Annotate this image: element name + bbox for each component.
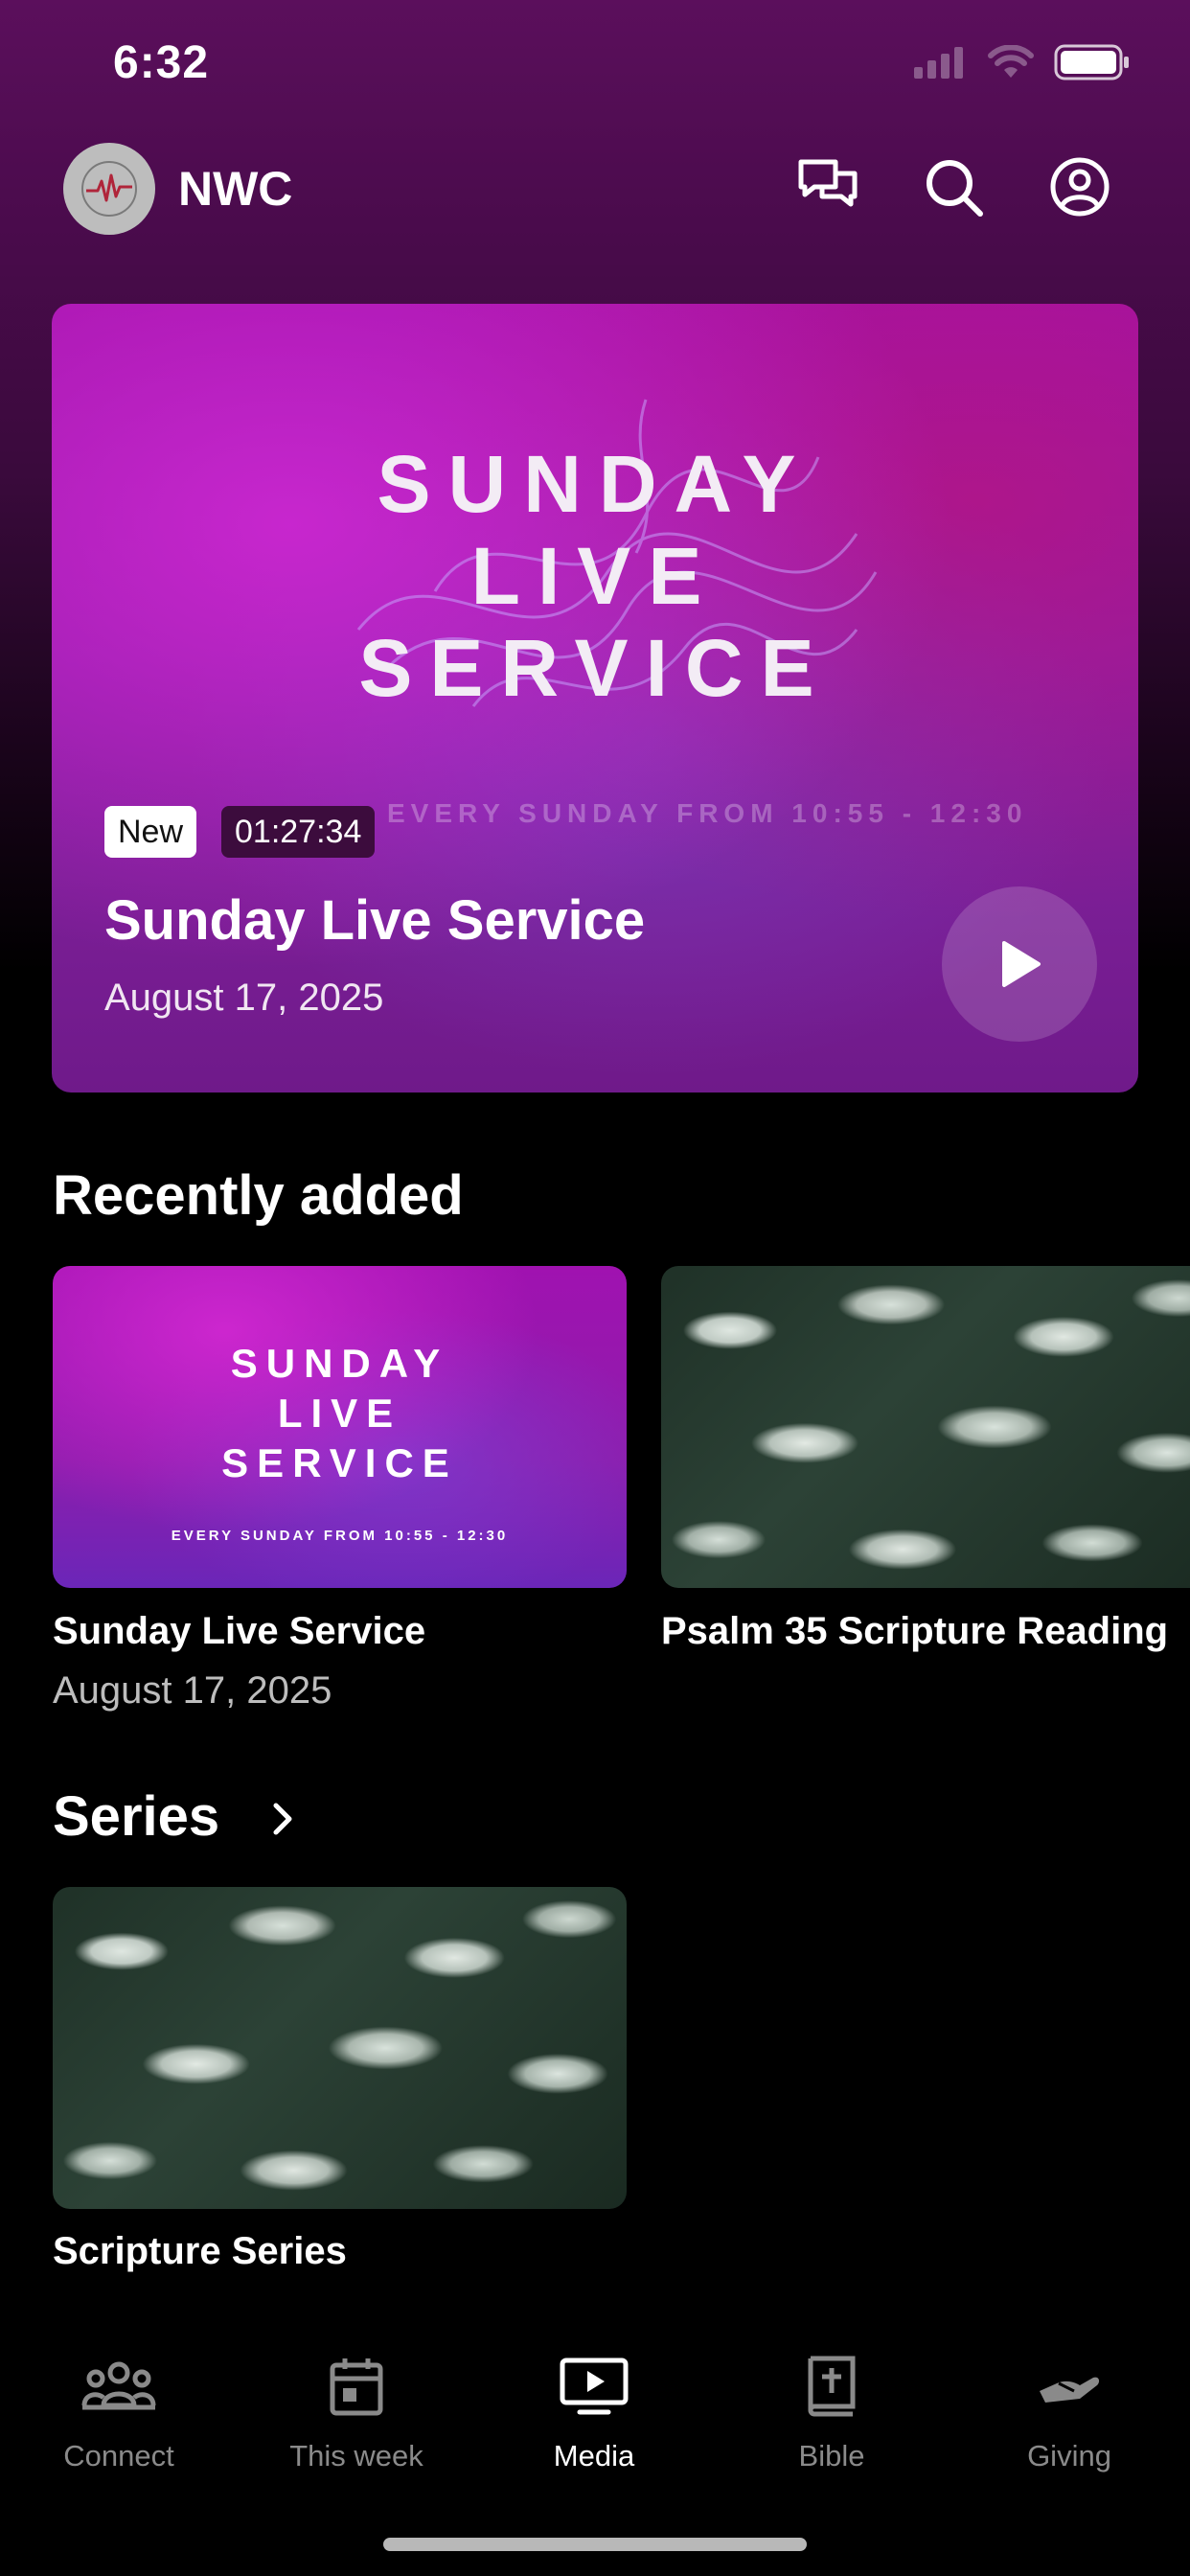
tab-label: Connect <box>63 2439 174 2472</box>
tab-label: Media <box>553 2439 635 2472</box>
recently-added-heading: Recently added <box>53 1164 464 1227</box>
search-button[interactable] <box>920 153 987 220</box>
tab-label: This week <box>289 2439 423 2472</box>
hero-art-line-1: SUNDAY <box>377 439 813 529</box>
chat-icon <box>798 159 858 207</box>
logo-mark-icon <box>81 161 137 217</box>
user-circle-icon <box>1050 157 1110 217</box>
tab-label: Giving <box>1027 2439 1111 2472</box>
tab-giving[interactable]: Giving <box>973 2353 1165 2473</box>
thumb-art-title: SUNDAY LIVE SERVICE <box>53 1339 627 1488</box>
recent-item-title[interactable]: Psalm 35 Scripture Reading <box>661 1610 1168 1653</box>
tab-connect[interactable]: Connect <box>23 2353 215 2473</box>
profile-button[interactable] <box>1046 153 1113 220</box>
people-icon <box>81 2361 156 2410</box>
calendar-icon <box>330 2358 383 2416</box>
battery-icon <box>1054 44 1129 80</box>
series-item-title[interactable]: Scripture Series <box>53 2230 347 2273</box>
tab-bible[interactable]: Bible <box>736 2353 927 2473</box>
hand-icon <box>1040 2377 1100 2403</box>
hero-date: August 17, 2025 <box>104 977 384 1019</box>
tab-media[interactable]: Media <box>498 2353 690 2473</box>
duration-badge: 01:27:34 <box>221 806 376 858</box>
brand-name: NWC <box>178 162 293 216</box>
church-logo[interactable] <box>63 143 155 235</box>
play-icon <box>1002 941 1041 987</box>
bible-icon <box>808 2356 856 2417</box>
home-indicator <box>383 2538 807 2551</box>
hero-art-line-2: LIVE <box>470 531 720 621</box>
hero-art-line-3: SERVICE <box>358 623 832 713</box>
series-item-thumbnail[interactable] <box>53 1887 627 2209</box>
series-chevron-button[interactable] <box>268 1800 297 1843</box>
chat-button[interactable] <box>794 153 861 220</box>
thumb-art-line-3: SERVICE <box>221 1440 458 1485</box>
hero-art-subtitle: EVERY SUNDAY FROM 10:55 - 12:30 <box>387 798 1028 828</box>
recent-item-thumbnail[interactable]: SUNDAY LIVE SERVICE EVERY SUNDAY FROM 10… <box>53 1266 627 1588</box>
hero-title: Sunday Live Service <box>104 889 646 952</box>
tab-this-week[interactable]: This week <box>261 2353 452 2473</box>
status-time: 6:32 <box>113 37 210 88</box>
play-button[interactable] <box>942 886 1097 1042</box>
series-heading[interactable]: Series <box>53 1784 219 1849</box>
featured-media-card[interactable]: SUNDAY LIVE SERVICE EVERY SUNDAY FROM 10… <box>52 304 1138 1092</box>
wifi-icon <box>988 45 1034 78</box>
recent-item-thumbnail[interactable] <box>661 1266 1190 1588</box>
tv-play-icon <box>560 2358 629 2415</box>
signal-icon <box>914 47 963 79</box>
thumb-art-line-1: SUNDAY <box>230 1341 449 1386</box>
recent-item-title[interactable]: Sunday Live Service <box>53 1610 425 1653</box>
recent-item-date: August 17, 2025 <box>53 1669 332 1712</box>
tab-label: Bible <box>798 2439 865 2472</box>
new-badge: New <box>104 806 197 858</box>
hero-art-title: SUNDAY LIVE SERVICE <box>52 438 1138 714</box>
chevron-right-icon <box>273 1803 292 1835</box>
search-icon <box>927 160 983 217</box>
thumb-art-subtitle: EVERY SUNDAY FROM 10:55 - 12:30 <box>171 1528 509 1544</box>
thumb-art-line-2: LIVE <box>277 1391 402 1436</box>
status-icons <box>912 44 1131 80</box>
